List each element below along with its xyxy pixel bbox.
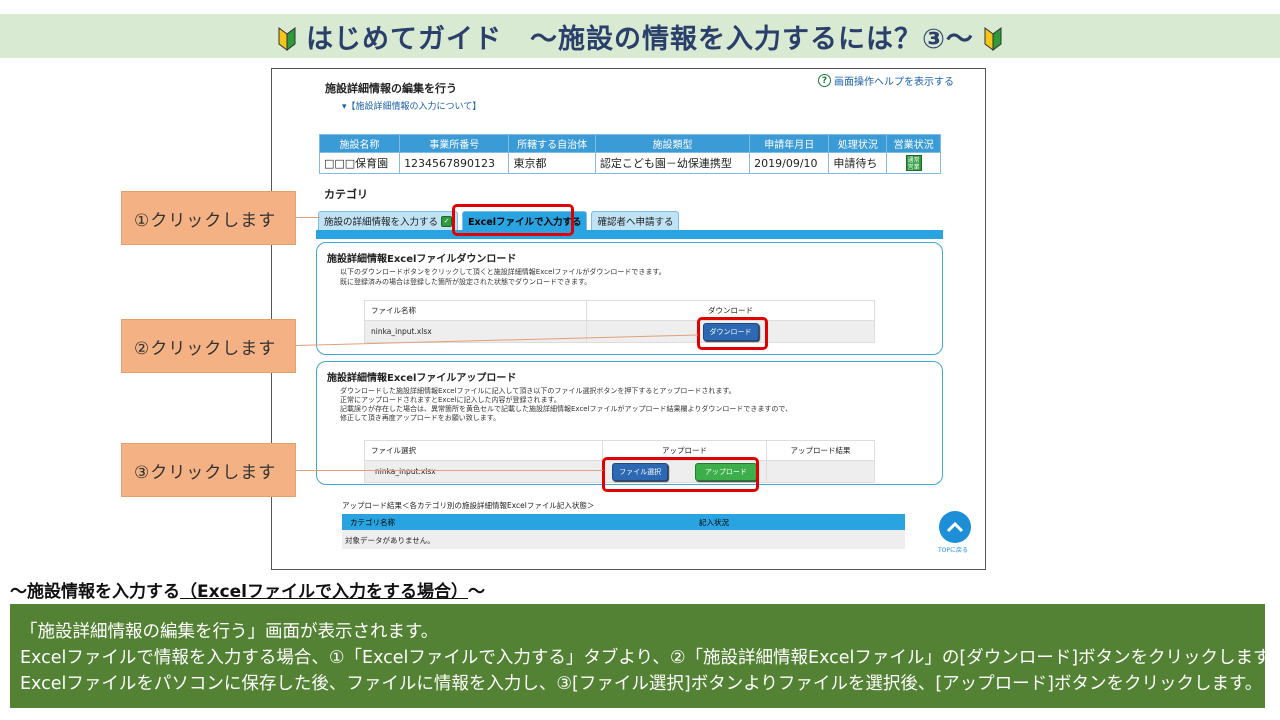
beginner-mark-icon xyxy=(984,27,1002,51)
facility-table: 施設名称 事業所番号 所轄する自治体 施設類型 申請年月日 処理状況 営業状況 … xyxy=(318,134,941,174)
tab-label: 施設の詳細情報を入力する xyxy=(324,217,439,228)
info-link[interactable]: ▾【施設詳細情報の入力について】 xyxy=(342,99,481,112)
description-line: Excelファイルをパソコンに保存した後、ファイルに情報を入力し、③[ファイル選… xyxy=(20,674,1263,694)
download-section: 施設詳細情報Excelファイルダウンロード 以下のダウンロードボタンをクリックし… xyxy=(316,242,943,355)
table-header: 所轄する自治体 xyxy=(508,134,596,153)
section-title: 施設詳細情報Excelファイルアップロード xyxy=(327,373,517,384)
selected-file-name: ninka_input.xlsx xyxy=(375,467,436,476)
tab-submit-reviewer[interactable]: 確認者へ申請する xyxy=(591,211,680,230)
check-icon: ✓ xyxy=(441,215,453,227)
file-select-field[interactable]: ninka_input.xlsx xyxy=(364,460,603,483)
connector-line xyxy=(296,470,603,471)
table-header: 施設名称 xyxy=(318,134,401,153)
table-header: ファイル名称 xyxy=(364,300,587,321)
table-row: ninka_input.xlsx ダウンロード xyxy=(364,320,875,343)
description-box: 「施設詳細情報の編集を行う」画面が表示されます。 Excelファイルで情報を入力… xyxy=(10,604,1280,708)
description-line: Excelファイルで情報を入力する場合、①「Excelファイルで入力する」タブよ… xyxy=(20,648,1280,668)
beginner-mark-icon xyxy=(278,27,296,51)
upload-result-label: アップロード結果＜各カテゴリ別の施設詳細情報Excelファイル記入状態＞ xyxy=(342,501,595,510)
table-header: 施設類型 xyxy=(594,134,751,153)
help-icon: ? xyxy=(818,74,831,87)
subtitle-prefix: ～施設情報を入力する xyxy=(10,582,180,602)
table-row: 対象データがありません。 xyxy=(342,530,905,549)
connector-line xyxy=(296,217,320,218)
description-line: 「施設詳細情報の編集を行う」画面が表示されます。 xyxy=(20,622,439,642)
section-text: 正常にアップロードされますとExcelに記入した内容が登録されます。 xyxy=(340,396,561,404)
table-header: 営業状況 xyxy=(886,134,941,153)
tab-detail-input[interactable]: 施設の詳細情報を入力する ✓ xyxy=(318,211,459,230)
result-table-header: カテゴリ名称 記入状況 xyxy=(342,514,905,530)
page-title: 施設詳細情報の編集を行う xyxy=(325,82,457,95)
section-text: 以下のダウンロードボタンをクリックして頂くと施設詳細情報Excelファイルがダウ… xyxy=(340,268,666,276)
category-label: カテゴリ xyxy=(324,188,368,201)
step1-callout: ①クリックします xyxy=(121,191,296,245)
step3-callout: ③クリックします xyxy=(121,443,296,497)
back-to-top-button[interactable] xyxy=(939,511,971,543)
table-header: アップロード結果 xyxy=(766,440,875,461)
section-text: 修正して頂き再度アップロードをお願い致します。 xyxy=(340,414,501,422)
back-to-top-label: TOPに戻る xyxy=(938,547,969,554)
banner-title: はじめてガイド ～施設の情報を入力するには？③～ xyxy=(306,23,974,55)
table-cell: 2019/09/10 xyxy=(749,152,830,174)
highlight-download xyxy=(697,317,768,350)
chevron-up-icon xyxy=(946,521,964,533)
table-header: カテゴリ名称 xyxy=(350,518,395,527)
highlight-tab xyxy=(452,204,574,236)
step2-callout: ②クリックします xyxy=(121,319,296,373)
section-title: 施設詳細情報Excelファイルダウンロード xyxy=(327,254,517,265)
table-row: □□□保育園 1234567890123 東京都 認定こども園－幼保連携型 20… xyxy=(318,152,941,174)
subtitle-suffix: ～ xyxy=(468,582,486,602)
section-text: ダウンロードした施設詳細情報Excelファイルに記入して頂き以下のファイル選択ボ… xyxy=(340,387,736,395)
table-cell: 通常営業 xyxy=(886,152,941,174)
table-header: ファイル選択 xyxy=(364,440,603,461)
tab-bar xyxy=(316,230,943,239)
header-banner: はじめてガイド ～施設の情報を入力するには？③～ xyxy=(0,14,1280,58)
table-cell: □□□保育園 xyxy=(318,152,401,174)
help-link-label: 画面操作ヘルプを表示する xyxy=(834,77,954,88)
section-subtitle: ～施設情報を入力する（Excelファイルで入力をする場合）～ xyxy=(10,577,485,602)
business-status-icon: 通常営業 xyxy=(905,154,922,171)
empty-message: 対象データがありません。 xyxy=(345,536,435,545)
upload-result-cell xyxy=(766,460,875,483)
table-header: 処理状況 xyxy=(828,134,888,153)
table-header: 申請年月日 xyxy=(749,134,830,153)
section-text: 記載誤りが存在した場合は、異常箇所を黄色セルで記載した施設詳細情報Excelファ… xyxy=(340,405,793,413)
tab-label: 確認者へ申請する xyxy=(597,217,674,228)
section-text: 既に登録済みの場合は登録した箇所が設定された状態でダウンロードできます。 xyxy=(340,278,592,286)
help-link[interactable]: ? 画面操作ヘルプを表示する xyxy=(818,73,954,88)
subtitle-underlined: （Excelファイルで入力をする場合） xyxy=(180,582,469,602)
table-header: 記入状況 xyxy=(699,518,729,527)
screenshot-frame: 施設詳細情報の編集を行う ? 画面操作ヘルプを表示する ▾【施設詳細情報の入力に… xyxy=(271,68,986,570)
table-header: 事業所番号 xyxy=(399,134,510,153)
table-cell: 認定こども園－幼保連携型 xyxy=(594,152,751,174)
table-cell: 1234567890123 xyxy=(399,152,510,174)
table-cell: 申請待ち xyxy=(828,152,888,174)
highlight-upload xyxy=(602,457,759,492)
table-cell: 東京都 xyxy=(508,152,596,174)
